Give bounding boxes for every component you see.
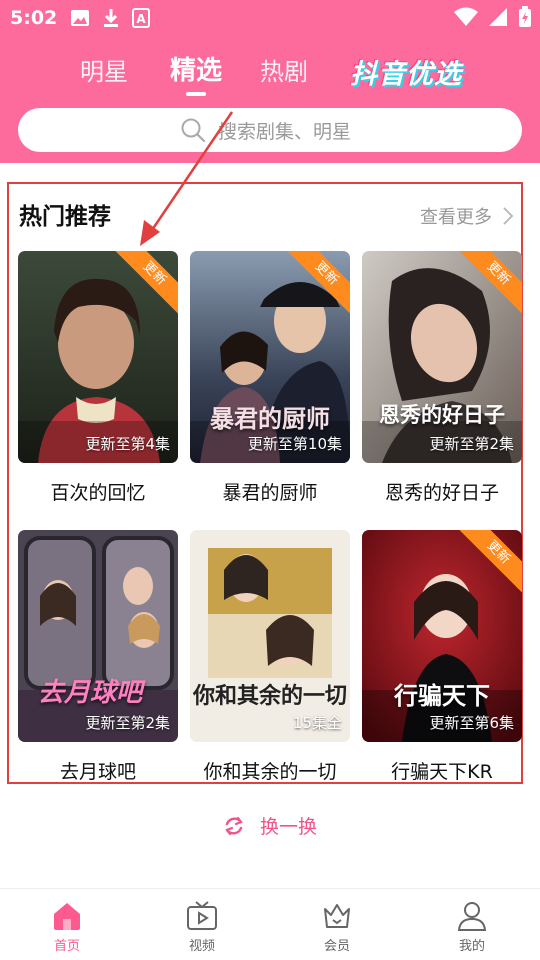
- svg-text:A: A: [136, 12, 146, 26]
- drama-card[interactable]: 去月球吧 更新至第2集 去月球吧: [18, 530, 178, 784]
- drama-card[interactable]: 暴君的厨师 更新 更新至第10集 暴君的厨师: [190, 251, 350, 505]
- episode-status: 15集全: [292, 714, 342, 732]
- wifi-icon: [454, 7, 478, 26]
- crown-icon: [324, 904, 350, 928]
- episode-status: 更新至第4集: [85, 435, 170, 453]
- refresh-icon: [225, 816, 243, 835]
- see-more-link[interactable]: 查看更多: [420, 203, 514, 229]
- tv-icon: [187, 901, 217, 930]
- nav-profile[interactable]: 我的: [432, 901, 512, 954]
- drama-card[interactable]: 行骗天下 更新 更新至第6集 行骗天下KR: [362, 530, 522, 784]
- home-icon: [54, 903, 80, 930]
- drama-poster[interactable]: 暴君的厨师 更新 更新至第10集: [190, 251, 350, 463]
- see-more-label: 查看更多: [420, 207, 492, 228]
- episode-status: 更新至第2集: [429, 435, 514, 453]
- poster-title-art: 行骗天下: [394, 682, 490, 710]
- drama-title[interactable]: 恩秀的好日子: [362, 478, 522, 505]
- signal-icon: [489, 8, 507, 26]
- episode-status: 更新至第2集: [85, 714, 170, 732]
- drama-poster[interactable]: 更新 更新至第4集: [18, 251, 178, 463]
- tab-featured[interactable]: 精选: [170, 50, 222, 87]
- drama-poster[interactable]: 去月球吧 更新至第2集: [18, 530, 178, 742]
- refresh-label: 换一换: [260, 816, 318, 838]
- active-tab-indicator: [186, 92, 206, 96]
- drama-title[interactable]: 暴君的厨师: [190, 478, 350, 505]
- poster-title-art: 去月球吧: [38, 678, 143, 708]
- drama-title[interactable]: 百次的回忆: [18, 478, 178, 505]
- search-placeholder: 搜索剧集、明星: [218, 120, 352, 143]
- drama-poster[interactable]: 行骗天下 更新 更新至第6集: [362, 530, 522, 742]
- refresh-button[interactable]: 换一换: [222, 812, 317, 839]
- drama-card[interactable]: 恩秀的好日子 更新 更新至第2集 恩秀的好日子: [362, 251, 522, 505]
- status-time: 5:02: [10, 7, 58, 29]
- image-icon: [71, 10, 89, 26]
- search-icon: [181, 118, 206, 143]
- episode-status: 更新至第10集: [247, 435, 342, 453]
- episode-status: 更新至第6集: [429, 714, 514, 732]
- nav-video-label: 视频: [188, 939, 215, 954]
- nav-vip-label: 会员: [323, 939, 350, 954]
- chevron-right-icon: [503, 207, 514, 225]
- drama-card[interactable]: 更新 更新至第4集 百次的回忆: [18, 251, 178, 505]
- nav-video[interactable]: 视频: [162, 901, 242, 954]
- tab-stars[interactable]: 明星: [80, 52, 128, 87]
- poster-title-art: 恩秀的好日子: [379, 402, 505, 427]
- section-title: 热门推荐: [19, 204, 111, 230]
- poster-image: [190, 530, 350, 742]
- search-bar[interactable]: 搜索剧集、明星: [18, 108, 522, 152]
- drama-title[interactable]: 你和其余的一切: [190, 757, 350, 784]
- nav-home[interactable]: 首页: [27, 901, 107, 954]
- poster-title-art: 暴君的厨师: [210, 404, 330, 433]
- top-tabs: 明星 精选 热剧 抖音优选: [0, 48, 540, 98]
- nav-home-label: 首页: [53, 939, 80, 954]
- drama-title[interactable]: 行骗天下KR: [362, 757, 522, 784]
- nav-profile-label: 我的: [458, 939, 485, 954]
- poster-title-art: 你和其余的一切: [192, 684, 347, 709]
- drama-title[interactable]: 去月球吧: [18, 757, 178, 784]
- tab-douyin-select[interactable]: 抖音优选: [350, 52, 462, 91]
- download-icon: [104, 9, 118, 27]
- nav-vip[interactable]: 会员: [297, 901, 377, 954]
- header-bar: 5:02 A 明星 精选 热剧 抖音优选 搜索剧集、明星: [0, 0, 540, 163]
- drama-poster[interactable]: 你和其余的一切 15集全: [190, 530, 350, 742]
- battery-icon: [519, 6, 531, 27]
- drama-poster[interactable]: 恩秀的好日子 更新 更新至第2集: [362, 251, 522, 463]
- status-bar: 5:02 A: [0, 0, 540, 36]
- font-a-icon: A: [132, 8, 150, 28]
- drama-card[interactable]: 你和其余的一切 15集全 你和其余的一切: [190, 530, 350, 784]
- poster-image: [18, 530, 178, 742]
- tab-hot-dramas[interactable]: 热剧: [260, 52, 308, 87]
- bottom-nav: 首页 视频 会员 我的: [0, 888, 540, 960]
- user-icon: [457, 902, 487, 931]
